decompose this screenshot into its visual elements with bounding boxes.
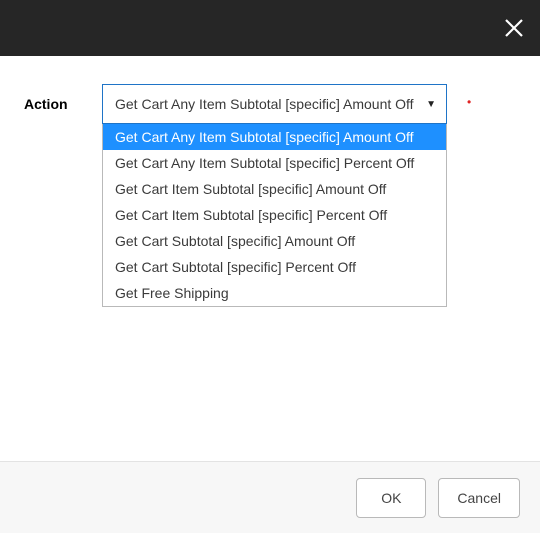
action-option[interactable]: Get Cart Item Subtotal [specific] Amount… <box>103 176 446 202</box>
action-select-value: Get Cart Any Item Subtotal [specific] Am… <box>115 96 414 112</box>
close-icon[interactable] <box>500 14 528 42</box>
modal-footer: OK Cancel <box>0 461 540 533</box>
cancel-button-label: Cancel <box>457 490 501 506</box>
ok-button-label: OK <box>381 490 401 506</box>
action-option[interactable]: Get Cart Any Item Subtotal [specific] Am… <box>103 124 446 150</box>
action-field-row: Action Get Cart Any Item Subtotal [speci… <box>24 84 516 124</box>
action-select-wrap: Get Cart Any Item Subtotal [specific] Am… <box>102 84 447 124</box>
action-option[interactable]: Get Cart Subtotal [specific] Amount Off <box>103 228 446 254</box>
modal-content: Action Get Cart Any Item Subtotal [speci… <box>0 56 540 124</box>
chevron-down-icon: ▼ <box>426 99 436 110</box>
action-option[interactable]: Get Free Shipping <box>103 280 446 306</box>
action-select[interactable]: Get Cart Any Item Subtotal [specific] Am… <box>102 84 447 124</box>
action-label: Action <box>24 84 84 112</box>
modal-header <box>0 0 540 56</box>
cancel-button[interactable]: Cancel <box>438 478 520 518</box>
action-option[interactable]: Get Cart Subtotal [specific] Percent Off <box>103 254 446 280</box>
ok-button[interactable]: OK <box>356 478 426 518</box>
action-option[interactable]: Get Cart Item Subtotal [specific] Percen… <box>103 202 446 228</box>
action-dropdown: Get Cart Any Item Subtotal [specific] Am… <box>102 124 447 307</box>
required-indicator: • <box>467 84 471 108</box>
action-option[interactable]: Get Cart Any Item Subtotal [specific] Pe… <box>103 150 446 176</box>
